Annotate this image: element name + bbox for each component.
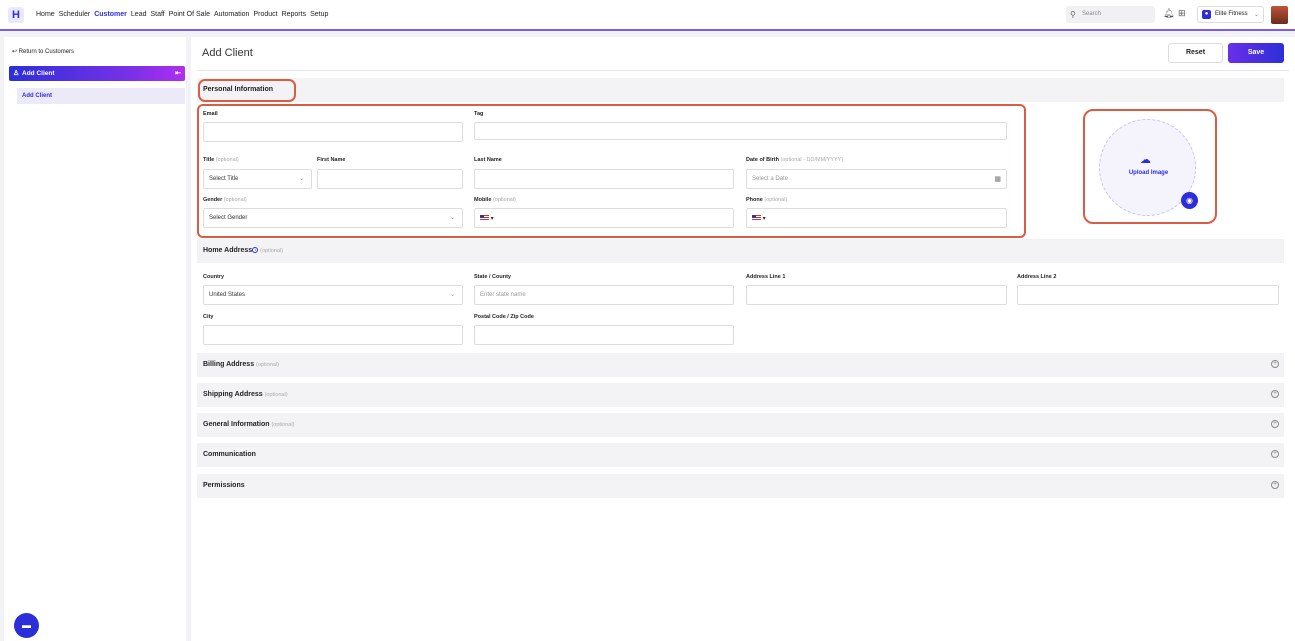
location-select[interactable]: ● Elite Fitness ⌄ bbox=[1197, 6, 1264, 23]
address-line-2-field[interactable] bbox=[1017, 285, 1279, 305]
sidebar-item-add-client[interactable]: Add Client bbox=[17, 88, 185, 104]
app-logo[interactable]: H bbox=[8, 7, 24, 23]
expand-plus-icon[interactable]: + bbox=[1271, 420, 1279, 428]
location-name: Elite Fitness bbox=[1215, 11, 1248, 17]
nav-scheduler[interactable]: Scheduler bbox=[59, 11, 91, 18]
return-to-customers-link[interactable]: ↩ Return to Customers bbox=[12, 48, 74, 55]
nav-point-of-sale[interactable]: Point Of Sale bbox=[169, 11, 210, 18]
apps-grid-icon[interactable]: ⊞ bbox=[1178, 8, 1186, 19]
state-label: State / County bbox=[474, 274, 511, 280]
divider bbox=[197, 70, 1289, 71]
top-navbar: H Home Scheduler Customer Lead Staff Poi… bbox=[0, 0, 1295, 31]
section-optional: (optional) bbox=[260, 248, 284, 254]
nav-setup[interactable]: Setup bbox=[310, 11, 328, 18]
highlight-personal-fields bbox=[197, 104, 1026, 238]
expand-plus-icon[interactable]: + bbox=[1271, 481, 1279, 489]
nav-reports[interactable]: Reports bbox=[282, 11, 307, 18]
section-communication[interactable]: Communication + bbox=[197, 443, 1284, 467]
back-arrow-icon: ↩ bbox=[12, 49, 19, 55]
section-home-address: Home Address i (optional) bbox=[197, 239, 1284, 263]
section-shipping-address[interactable]: Shipping Address (optional) + bbox=[197, 383, 1284, 407]
sidebar-header: ♙ Add Client ⇤ bbox=[9, 66, 185, 81]
state-field[interactable]: Enter state name bbox=[474, 285, 734, 305]
return-label: Return to Customers bbox=[18, 49, 75, 55]
section-title: Shipping Address bbox=[203, 391, 263, 398]
nav-home[interactable]: Home bbox=[36, 11, 55, 18]
city-label: City bbox=[203, 314, 214, 320]
search-placeholder: Search bbox=[1082, 11, 1102, 17]
section-title: Permissions bbox=[203, 482, 245, 489]
search-icon: ⚲ bbox=[1070, 10, 1076, 19]
section-optional: (optional) bbox=[271, 422, 295, 428]
section-title: Billing Address bbox=[203, 361, 255, 368]
sidebar: ↩ Return to Customers ♙ Add Client ⇤ Add… bbox=[4, 37, 186, 641]
chat-support-button[interactable]: ▬ bbox=[14, 613, 39, 638]
expand-plus-icon[interactable]: + bbox=[1271, 360, 1279, 368]
address-line-1-field[interactable] bbox=[746, 285, 1007, 305]
nav-customer[interactable]: Customer bbox=[94, 11, 127, 18]
city-field[interactable] bbox=[203, 325, 463, 345]
highlight-personal-information bbox=[198, 79, 296, 102]
postal-code-label: Postal Code / Zip Code bbox=[474, 314, 534, 320]
postal-code-field[interactable] bbox=[474, 325, 734, 345]
state-placeholder: Enter state name bbox=[480, 292, 526, 298]
section-title: Communication bbox=[203, 451, 256, 458]
country-select-value: United States bbox=[209, 292, 246, 298]
user-avatar[interactable] bbox=[1271, 6, 1288, 24]
address-line-2-label: Address Line 2 bbox=[1017, 274, 1057, 280]
chevron-down-icon: ⌄ bbox=[1253, 12, 1259, 18]
country-label: Country bbox=[203, 274, 225, 280]
sidebar-header-label: Add Client bbox=[22, 70, 55, 77]
section-personal-information: Personal Information bbox=[197, 78, 1284, 102]
country-select[interactable]: United States ⌄ bbox=[203, 285, 463, 305]
section-title: General Information bbox=[203, 421, 270, 428]
expand-plus-icon[interactable]: + bbox=[1271, 390, 1279, 398]
main-panel: Add Client Reset Save Personal Informati… bbox=[191, 37, 1295, 641]
address-line-1-label: Address Line 1 bbox=[746, 274, 786, 280]
section-permissions[interactable]: Permissions + bbox=[197, 474, 1284, 498]
page-title: Add Client bbox=[202, 47, 253, 59]
nav-lead[interactable]: Lead bbox=[131, 11, 147, 18]
section-general-information[interactable]: General Information (optional) + bbox=[197, 413, 1284, 437]
info-icon[interactable]: i bbox=[252, 247, 259, 253]
nav-product[interactable]: Product bbox=[253, 11, 277, 18]
main-nav: Home Scheduler Customer Lead Staff Point… bbox=[36, 11, 328, 18]
location-pin-icon: ● bbox=[1202, 10, 1211, 19]
search-input[interactable]: ⚲ Search bbox=[1066, 6, 1155, 23]
chevron-down-icon: ⌄ bbox=[449, 292, 455, 298]
collapse-sidebar-icon[interactable]: ⇤ bbox=[175, 69, 181, 77]
section-billing-address[interactable]: Billing Address (optional) + bbox=[197, 353, 1284, 377]
user-icon: ♙ bbox=[13, 70, 20, 77]
highlight-upload-image bbox=[1083, 109, 1217, 224]
nav-automation[interactable]: Automation bbox=[214, 11, 249, 18]
expand-plus-icon[interactable]: + bbox=[1271, 450, 1279, 458]
bell-icon[interactable]: 🔔︎ bbox=[1163, 8, 1174, 19]
section-optional: (optional) bbox=[264, 392, 288, 398]
nav-staff[interactable]: Staff bbox=[150, 11, 164, 18]
reset-button[interactable]: Reset bbox=[1168, 43, 1223, 63]
section-optional: (optional) bbox=[256, 362, 279, 368]
save-button[interactable]: Save bbox=[1228, 43, 1284, 63]
section-title: Home Address bbox=[203, 247, 253, 254]
